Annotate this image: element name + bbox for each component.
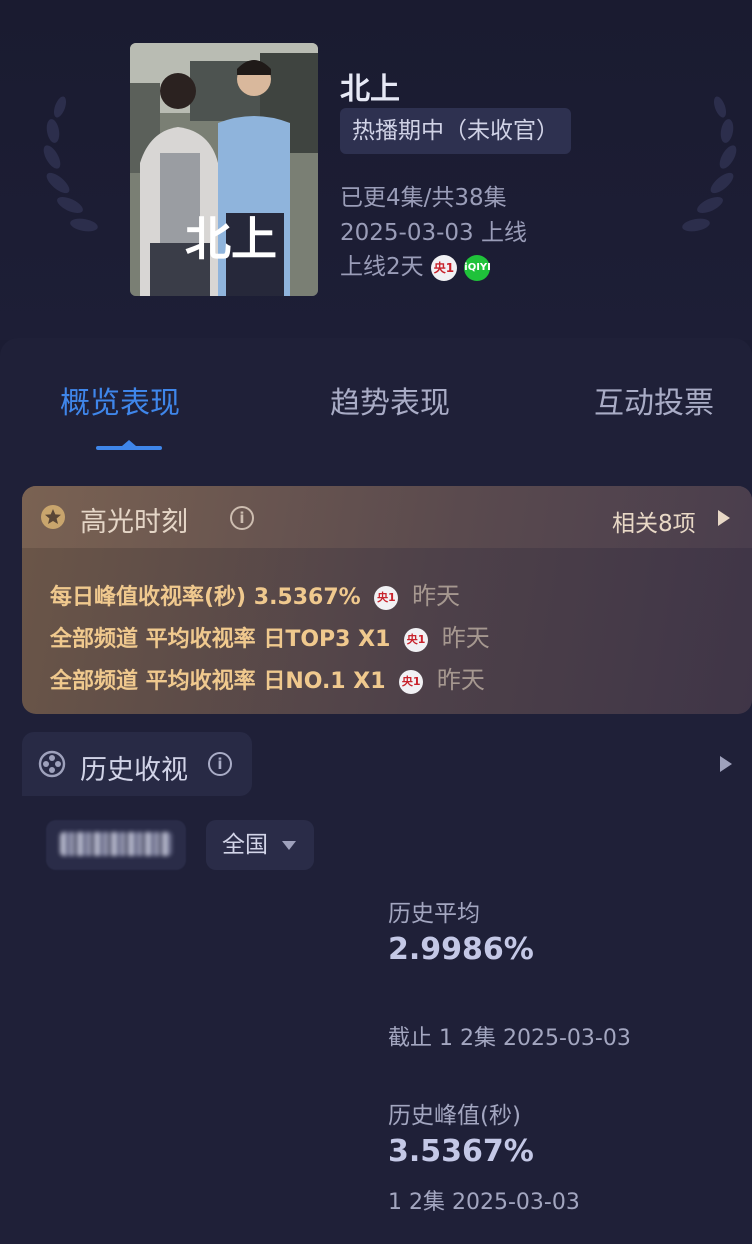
- show-header: 北上 北上 热播期中（未收官） 已更4集/共38集 2025-03-03 上线 …: [0, 0, 752, 340]
- blurred-filter-chip[interactable]: [46, 820, 186, 870]
- history-peak-label: 历史峰值(秒): [388, 1103, 521, 1129]
- region-select[interactable]: 全国: [206, 820, 314, 870]
- highlight-item-time: 昨天: [412, 582, 461, 610]
- highlight-item-time: 昨天: [436, 666, 485, 694]
- play-arrow-icon[interactable]: [720, 756, 732, 772]
- cctv1-icon: 央1: [430, 254, 457, 281]
- info-icon[interactable]: i: [230, 506, 254, 530]
- show-title: 北上: [340, 72, 400, 107]
- history-peak-value: 3.5367%: [388, 1134, 534, 1169]
- region-select-value: 全国: [222, 832, 268, 858]
- play-arrow-icon[interactable]: [718, 510, 730, 526]
- history-section-header[interactable]: 历史收视 i: [22, 732, 252, 796]
- highlight-header: 高光时刻 i 相关8项: [22, 486, 752, 548]
- highlight-item-text: 全部频道 平均收视率 日NO.1 X1: [50, 669, 386, 694]
- status-badge: 热播期中（未收官）: [340, 108, 571, 154]
- history-peak-note: 1 2集 2025-03-03: [388, 1190, 580, 1215]
- poster-title-text: 北上: [185, 212, 277, 266]
- highlight-item[interactable]: 全部频道 平均收视率 日NO.1 X1 央1 昨天: [50, 660, 485, 695]
- show-poster[interactable]: 北上: [130, 43, 318, 296]
- cctv1-icon: 央1: [404, 628, 429, 652]
- highlight-card: 高光时刻 i 相关8项 每日峰值收视率(秒) 3.5367% 央1 昨天 全部频…: [22, 486, 752, 714]
- highlight-item[interactable]: 全部频道 平均收视率 日TOP3 X1 央1 昨天: [50, 618, 490, 653]
- tab-trend[interactable]: 趋势表现: [330, 378, 450, 422]
- laurel-left-icon: [43, 96, 98, 232]
- film-reel-icon: [38, 750, 66, 778]
- blurred-text: [60, 832, 172, 856]
- history-title: 历史收视: [80, 755, 188, 786]
- highlight-item-text: 每日峰值收视率(秒) 3.5367%: [50, 585, 361, 610]
- tab-overview[interactable]: 概览表现: [60, 378, 180, 422]
- caret-down-icon: [282, 841, 296, 850]
- highlight-item-time: 昨天: [441, 624, 490, 652]
- episode-count: 已更4集/共38集: [340, 185, 507, 211]
- active-tab-indicator: [96, 440, 162, 450]
- iqiyi-icon: iQIYI: [464, 254, 491, 281]
- cctv1-icon: 央1: [399, 670, 424, 694]
- star-badge-icon: [41, 505, 65, 529]
- premiere-date: 2025-03-03 上线: [340, 220, 527, 246]
- highlight-title: 高光时刻: [80, 507, 188, 538]
- history-avg-label: 历史平均: [388, 901, 480, 927]
- tab-vote[interactable]: 互动投票: [594, 378, 714, 422]
- highlight-related-link[interactable]: 相关8项: [612, 504, 696, 538]
- highlight-item[interactable]: 每日峰值收视率(秒) 3.5367% 央1 昨天: [50, 576, 460, 611]
- history-avg-note: 截止 1 2集 2025-03-03: [388, 1026, 631, 1051]
- poster-image: 北上: [130, 43, 318, 296]
- info-icon[interactable]: i: [208, 752, 232, 776]
- days-online-row: 上线2天 央1 iQIYI: [340, 247, 491, 281]
- laurel-right-icon: [682, 96, 737, 232]
- cctv1-icon: 央1: [374, 586, 399, 610]
- highlight-item-text: 全部频道 平均收视率 日TOP3 X1: [50, 627, 391, 652]
- days-online: 上线2天: [340, 254, 424, 280]
- history-avg-value: 2.9986%: [388, 932, 534, 967]
